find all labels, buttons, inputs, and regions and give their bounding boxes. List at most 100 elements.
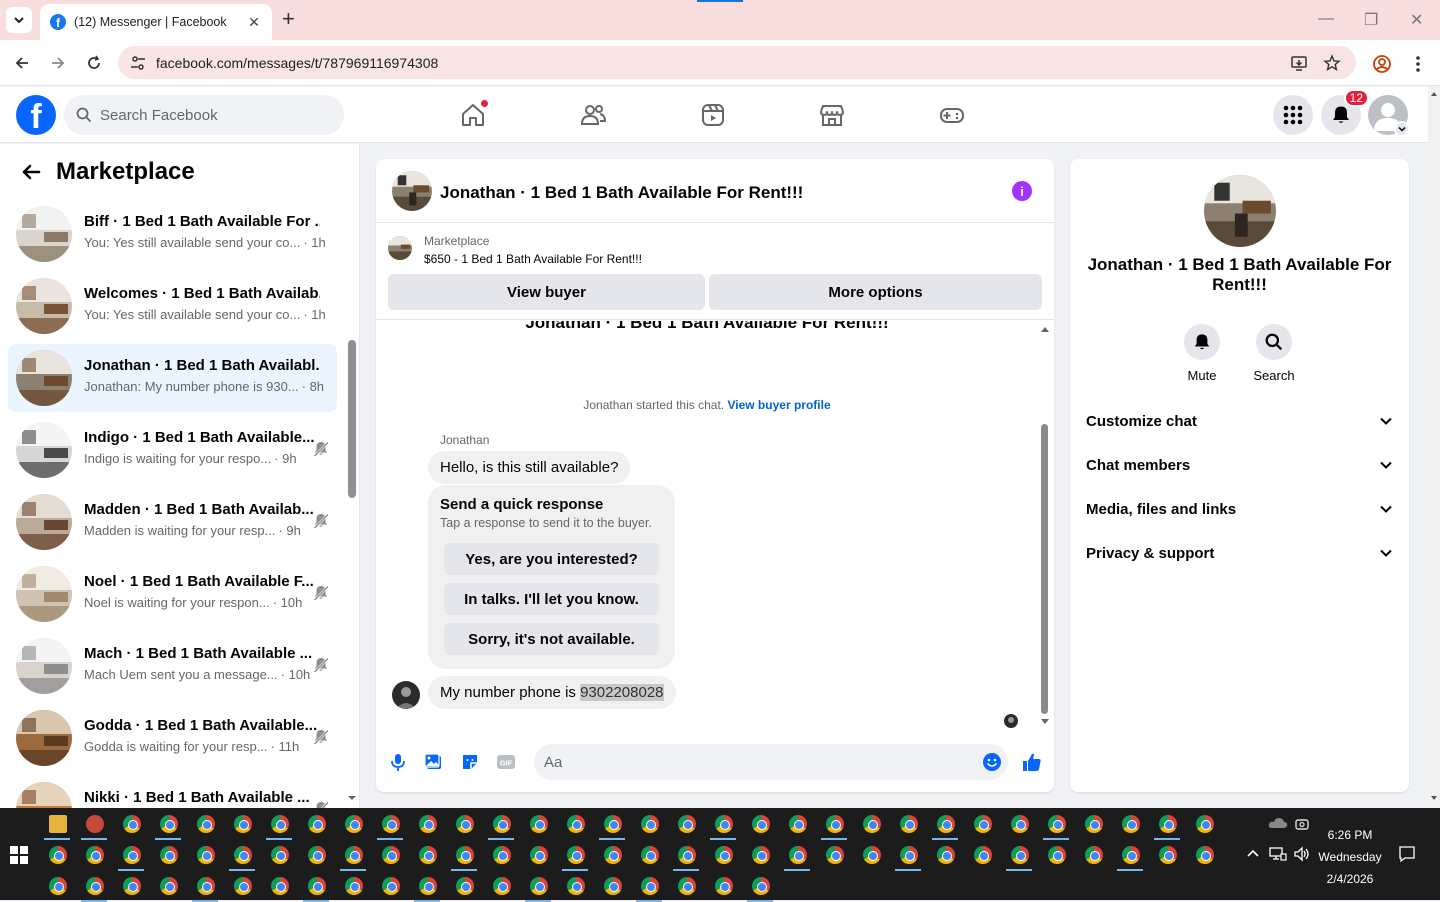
chrome-window-icon[interactable] (789, 815, 807, 833)
chrome-window-icon[interactable] (197, 815, 215, 833)
chrome-window-icon[interactable] (1048, 846, 1066, 864)
chat-list-item[interactable]: Godda · 1 Bed 1 Bath Available... Godda i… (8, 704, 337, 772)
privacy-support-section[interactable]: Privacy & support (1086, 541, 1393, 565)
home-nav[interactable] (459, 99, 489, 129)
menu-button[interactable] (1273, 95, 1313, 135)
chrome-window-icon[interactable] (493, 846, 511, 864)
chat-avatar[interactable] (1204, 175, 1276, 247)
chrome-window-icon[interactable] (826, 815, 844, 833)
system-clock[interactable]: 6:26 PM Wednesday 2/4/2026 (1316, 824, 1384, 890)
bookmark-star-icon[interactable] (1323, 54, 1341, 72)
listing-price-title[interactable]: $650 - 1 Bed 1 Bath Available For Rent!!… (424, 252, 642, 266)
microphone-icon[interactable] (388, 752, 408, 772)
mute-button[interactable] (1184, 324, 1220, 360)
chrome-window-icon[interactable] (308, 877, 326, 895)
chrome-window-icon[interactable] (1048, 815, 1066, 833)
quick-response-yes[interactable]: Yes, are you interested? (444, 543, 659, 575)
chrome-window-icon[interactable] (234, 846, 252, 864)
sticker-icon[interactable] (460, 752, 480, 772)
chrome-window-icon[interactable] (86, 846, 104, 864)
conversation-info-button[interactable]: i (1012, 181, 1032, 201)
scroll-down-icon[interactable] (1430, 795, 1438, 801)
chrome-window-icon[interactable] (1011, 846, 1029, 864)
chrome-window-icon[interactable] (715, 877, 733, 895)
chrome-window-icon[interactable] (197, 877, 215, 895)
photo-icon[interactable] (424, 752, 444, 772)
chrome-window-icon[interactable] (160, 877, 178, 895)
chrome-window-icon[interactable] (1085, 815, 1103, 833)
scroll-up-icon[interactable] (1040, 326, 1050, 333)
chat-members-section[interactable]: Chat members (1086, 453, 1393, 477)
chrome-window-icon[interactable] (678, 846, 696, 864)
app-icon[interactable] (86, 815, 104, 833)
chrome-window-icon[interactable] (1159, 815, 1177, 833)
emoji-icon[interactable] (982, 752, 1002, 772)
reload-button[interactable] (83, 52, 105, 74)
chrome-window-icon[interactable] (123, 877, 141, 895)
media-files-links-section[interactable]: Media, files and links (1086, 497, 1393, 521)
chrome-window-icon[interactable] (271, 815, 289, 833)
chrome-window-icon[interactable] (49, 877, 67, 895)
gaming-nav[interactable] (938, 101, 966, 129)
chrome-window-icon[interactable] (1122, 846, 1140, 864)
chrome-window-icon[interactable] (641, 815, 659, 833)
chrome-window-icon[interactable] (604, 815, 622, 833)
file-explorer-icon[interactable] (49, 815, 67, 833)
chrome-window-icon[interactable] (900, 815, 918, 833)
thumbs-up-icon[interactable] (1021, 751, 1043, 773)
browser-menu-icon[interactable] (1410, 54, 1426, 74)
chrome-window-icon[interactable] (863, 815, 881, 833)
chrome-window-icon[interactable] (1196, 815, 1214, 833)
chrome-window-icon[interactable] (345, 877, 363, 895)
minimize-button[interactable]: — (1318, 10, 1334, 28)
chrome-window-icon[interactable] (160, 815, 178, 833)
chrome-window-icon[interactable] (789, 846, 807, 864)
chrome-window-icon[interactable] (1159, 846, 1177, 864)
more-options-button[interactable]: More options (709, 274, 1042, 310)
incoming-phone-message[interactable]: My number phone is 9302208028 (428, 676, 676, 709)
chrome-window-icon[interactable] (752, 877, 770, 895)
chat-list-scrollbar[interactable] (348, 340, 356, 498)
chrome-window-icon[interactable] (530, 846, 548, 864)
chrome-window-icon[interactable] (382, 877, 400, 895)
chrome-window-icon[interactable] (382, 846, 400, 864)
chat-list-item[interactable]: Biff · 1 Bed 1 Bath Available For ... You… (8, 200, 337, 268)
site-info-icon[interactable] (128, 54, 148, 72)
chrome-window-icon[interactable] (900, 846, 918, 864)
forward-button[interactable] (47, 52, 69, 74)
chrome-window-icon[interactable] (937, 815, 955, 833)
incoming-message[interactable]: Hello, is this still available? (428, 451, 631, 484)
tab-close-icon[interactable]: ✕ (246, 14, 262, 31)
video-nav[interactable] (699, 101, 727, 129)
chrome-window-icon[interactable] (419, 877, 437, 895)
address-bar[interactable]: facebook.com/messages/t/787969116974308 (118, 46, 1356, 79)
thread-scrollbar[interactable] (1041, 424, 1048, 714)
meet-now-icon[interactable] (1294, 816, 1310, 832)
chrome-window-icon[interactable] (160, 846, 178, 864)
chrome-window-icon[interactable] (456, 815, 474, 833)
chrome-window-icon[interactable] (49, 846, 67, 864)
search-action[interactable]: Search (1244, 324, 1304, 383)
scroll-up-icon[interactable] (1430, 91, 1438, 97)
chrome-window-icon[interactable] (567, 846, 585, 864)
quick-response-not-available[interactable]: Sorry, it's not available. (444, 623, 659, 655)
chrome-window-icon[interactable] (123, 846, 141, 864)
chrome-window-icon[interactable] (715, 846, 733, 864)
chat-list-item[interactable]: Indigo · 1 Bed 1 Bath Available... Indigo… (8, 416, 337, 484)
notification-center-icon[interactable] (1398, 845, 1416, 863)
chrome-window-icon[interactable] (271, 877, 289, 895)
notifications-button[interactable]: 12 (1321, 89, 1369, 135)
chrome-window-icon[interactable] (308, 815, 326, 833)
chrome-window-icon[interactable] (1122, 815, 1140, 833)
chrome-window-icon[interactable] (1011, 815, 1029, 833)
chrome-window-icon[interactable] (641, 877, 659, 895)
chrome-window-icon[interactable] (493, 815, 511, 833)
chat-list-item[interactable]: Jonathan · 1 Bed 1 Bath Availabl... Jonat… (8, 344, 337, 412)
onedrive-cloud-icon[interactable] (1268, 816, 1288, 830)
close-window-button[interactable]: ✕ (1410, 10, 1423, 30)
chat-list-item[interactable]: Madden · 1 Bed 1 Bath Availab... Madden i… (8, 488, 337, 556)
chrome-window-icon[interactable] (863, 846, 881, 864)
view-buyer-profile-link[interactable]: View buyer profile (727, 398, 830, 412)
chrome-window-icon[interactable] (604, 877, 622, 895)
phone-number-highlight[interactable]: 9302208028 (580, 684, 664, 701)
